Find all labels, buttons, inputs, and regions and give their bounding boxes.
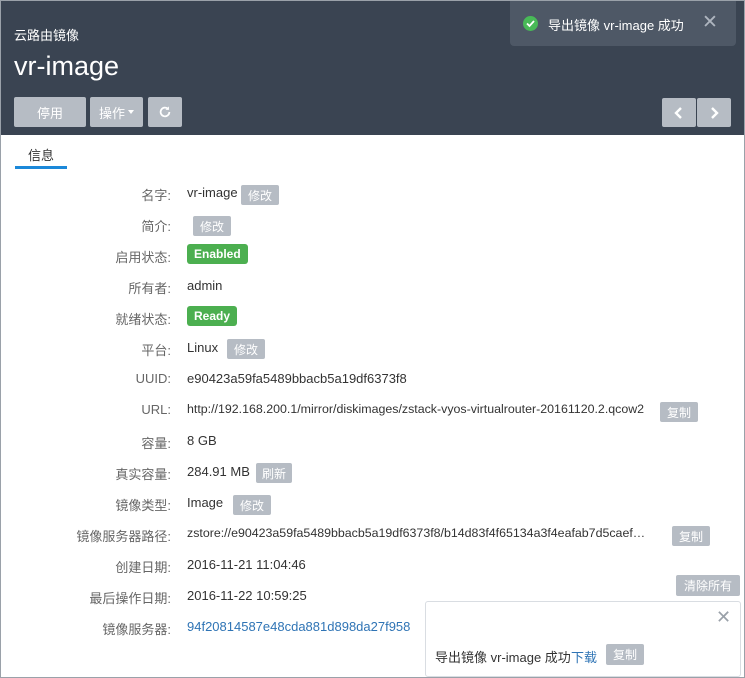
tab-info[interactable]: 信息 <box>15 136 67 169</box>
refresh-icon <box>159 106 171 118</box>
page-title: vr-image <box>14 51 120 81</box>
url-value: http://192.168.200.1/mirror/diskimages/z… <box>187 402 645 416</box>
platform-label: 平台: <box>141 343 171 358</box>
edit-platform-button[interactable]: 修改 <box>227 339 265 359</box>
notification-close-icon[interactable]: ✕ <box>716 607 731 628</box>
created-date-label: 创建日期: <box>115 560 171 575</box>
uuid-value: e90423a59fa5489bbacb5a19df6373f8 <box>187 371 407 386</box>
refresh-size-button[interactable]: 刷新 <box>256 463 292 483</box>
window: 云路由镜像 vr-image 停用 操作 导出镜像 vr-image 成功 ✕ … <box>0 0 745 678</box>
notification-panel: ✕ 导出镜像 vr-image 成功 下载 复制 <box>425 601 741 677</box>
success-check-icon <box>523 16 538 31</box>
copy-url-button[interactable]: 复制 <box>660 402 698 422</box>
image-type-value: Image <box>187 495 224 510</box>
toast-message: 导出镜像 vr-image 成功 <box>548 18 684 33</box>
url-label: URL: <box>141 402 171 417</box>
created-date-value: 2016-11-21 11:04:46 <box>187 557 306 572</box>
notification-copy-button[interactable]: 复制 <box>606 644 644 665</box>
actual-size-value: 284.91 MB <box>187 464 250 479</box>
platform-value: Linux <box>187 340 219 355</box>
actions-dropdown-button[interactable]: 操作 <box>90 97 143 127</box>
download-link[interactable]: 下载 <box>571 647 597 666</box>
actions-label: 操作 <box>98 105 125 121</box>
ready-state-badge: Ready <box>187 306 238 326</box>
edit-image-type-button[interactable]: 修改 <box>233 495 271 515</box>
edit-description-button[interactable]: 修改 <box>193 216 231 236</box>
edit-name-button[interactable]: 修改 <box>241 185 279 205</box>
uuid-label: UUID: <box>135 371 171 386</box>
backup-storage-label: 镜像服务器: <box>102 622 171 637</box>
enable-state-badge: Enabled <box>187 244 248 264</box>
size-value: 8 GB <box>187 433 217 448</box>
page-subtitle: 云路由镜像 <box>14 28 80 43</box>
last-op-date-label: 最后操作日期: <box>89 591 171 606</box>
size-label: 容量: <box>141 436 171 451</box>
next-button[interactable] <box>697 98 731 127</box>
description-label: 简介: <box>141 219 171 234</box>
last-op-date-value: 2016-11-22 10:59:25 <box>187 588 307 603</box>
name-label: 名字: <box>141 188 171 203</box>
tab-info-label: 信息 <box>28 148 55 163</box>
refresh-button[interactable] <box>148 97 182 127</box>
actual-size-label: 真实容量: <box>115 467 171 482</box>
stop-button[interactable]: 停用 <box>14 97 86 127</box>
chevron-left-icon <box>674 106 682 119</box>
clear-all-button[interactable]: 清除所有 <box>676 575 740 596</box>
backup-path-value: zstore://e90423a59fa5489bbacb5a19df6373f… <box>187 526 646 540</box>
toast-close-icon[interactable]: ✕ <box>702 11 718 34</box>
image-type-label: 镜像类型: <box>115 498 171 513</box>
caret-down-icon <box>128 110 134 114</box>
owner-value: admin <box>187 278 223 293</box>
owner-label: 所有者: <box>128 281 171 296</box>
chevron-right-icon <box>711 106 719 119</box>
copy-backup-path-button[interactable]: 复制 <box>672 526 710 546</box>
notification-message: 导出镜像 vr-image 成功 <box>435 650 571 665</box>
ready-state-label: 就绪状态: <box>115 312 171 327</box>
backup-path-label: 镜像服务器路径: <box>76 529 171 544</box>
name-value: vr-image <box>187 185 238 200</box>
previous-button[interactable] <box>662 98 696 127</box>
enable-state-label: 启用状态: <box>115 250 171 265</box>
page-header: 云路由镜像 vr-image 停用 操作 导出镜像 vr-image 成功 ✕ <box>1 1 744 135</box>
backup-storage-link[interactable]: 94f20814587e48cda881d898da27f958 <box>187 619 410 634</box>
success-toast: 导出镜像 vr-image 成功 ✕ <box>510 1 736 46</box>
